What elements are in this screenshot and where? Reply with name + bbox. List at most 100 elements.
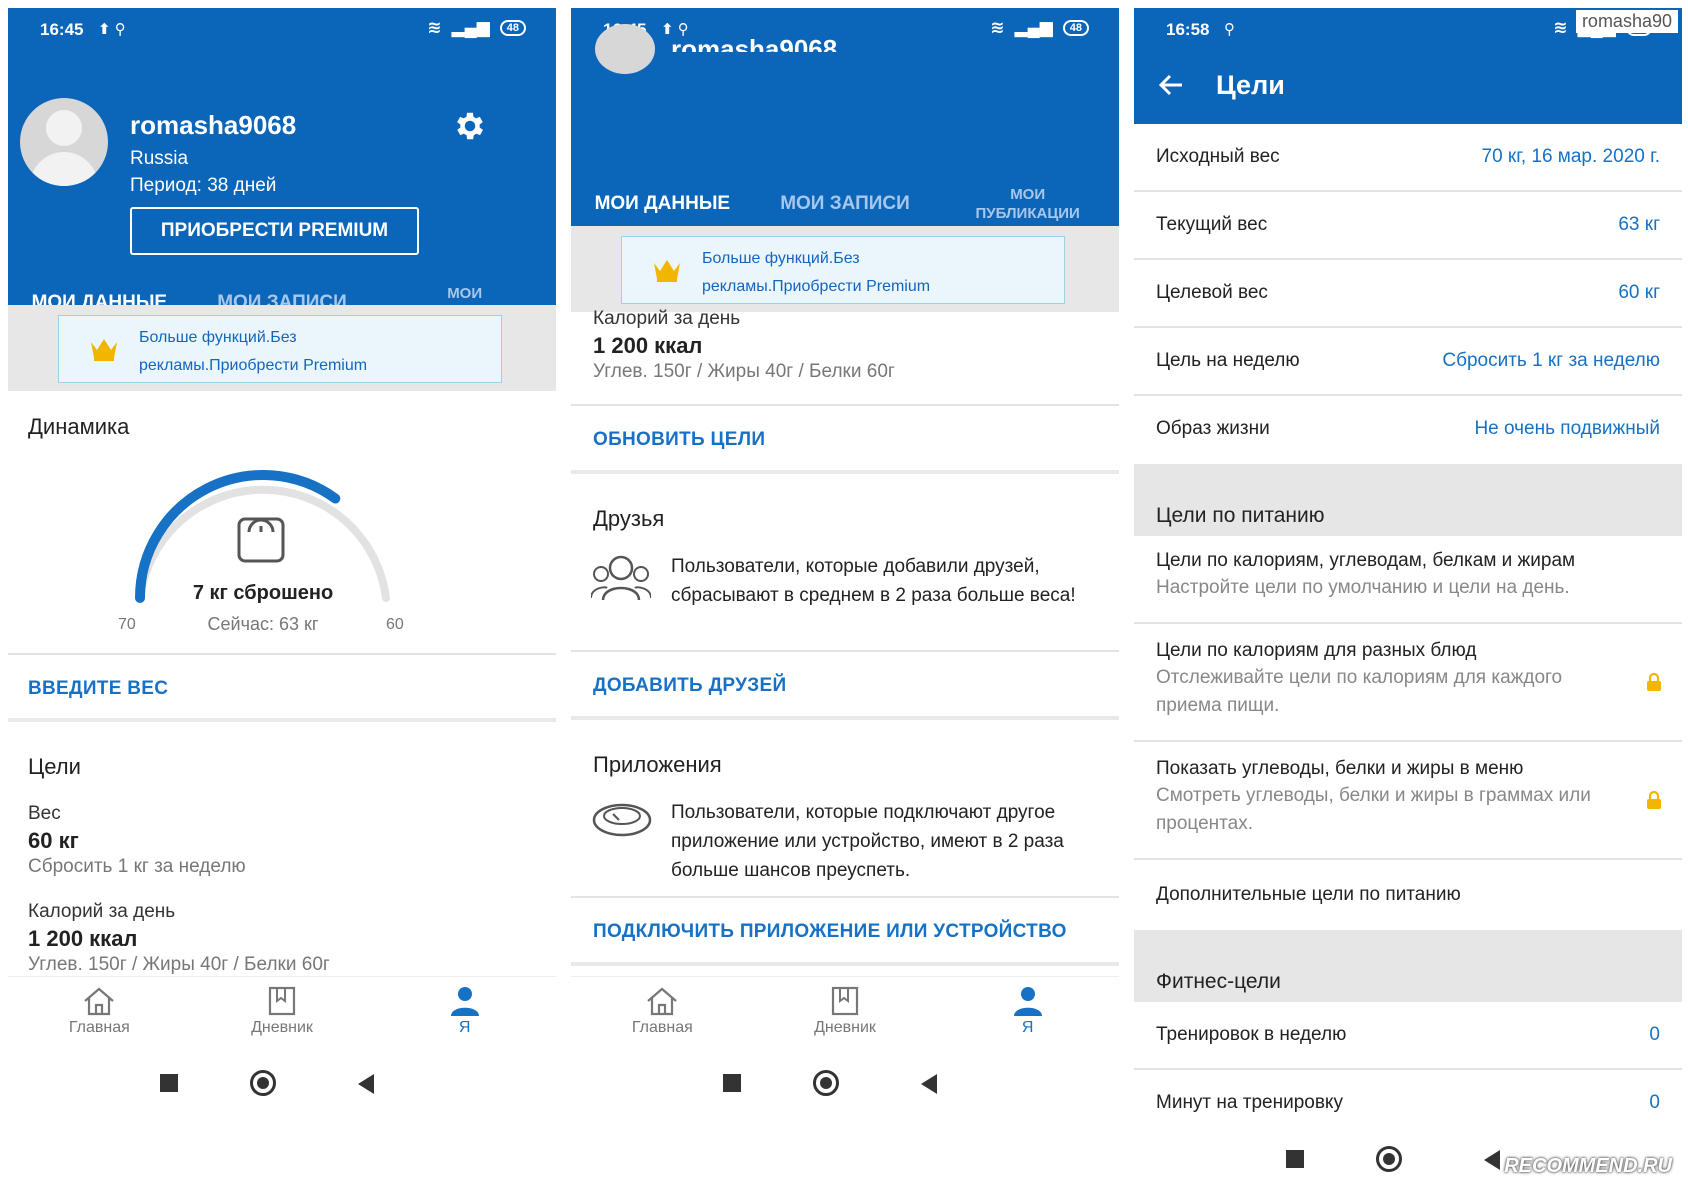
nav-home[interactable]: Главная [8,977,191,1050]
fitness-row-label: Тренировок в неделю [1156,1024,1347,1045]
goal-row[interactable]: Целевой вес 60 кг [1134,260,1682,328]
goal-row[interactable]: Цель на неделю Сбросить 1 кг за неделю [1134,328,1682,396]
tab-my-publications-label: МОИ ПУБЛИКАЦИИ [975,186,1080,222]
recommend-watermark: RECOMMEND.RU [1504,1155,1672,1177]
nutrition-section-header: Цели по питанию [1134,464,1682,536]
recent-apps-button[interactable] [1286,1150,1304,1168]
calories-label: Калорий за день [593,308,741,329]
fitness-row-value: 0 [1649,1092,1660,1113]
back-button[interactable] [358,1074,374,1094]
page-title: Цели [1216,70,1285,100]
goal-weight-label: Вес [28,803,61,824]
calories-value: 1 200 ккал [593,333,703,358]
lock-icon [1647,672,1661,691]
current-weight-text: Сейчас: 63 кг [207,614,319,634]
premium-promo-banner[interactable]: Больше функций.Без рекламы.Приобрести Pre… [58,315,502,383]
nav-diary-label: Дневник [814,1019,876,1036]
home-button[interactable] [1376,1146,1402,1172]
divider [571,404,1119,406]
apps-title: Приложения [593,752,722,777]
nutrition-item-title: Показать углеводы, белки и жиры в меню [1156,758,1524,779]
nav-diary[interactable]: Дневник [191,977,374,1050]
goal-row-value: Сбросить 1 кг за неделю [1442,350,1660,371]
add-friends-link[interactable]: ДОБАВИТЬ ДРУЗЕЙ [593,675,786,697]
promo-line-2: рекламы.Приобрести Premium [702,278,931,295]
macros-text: Углев. 150г / Жиры 40г / Белки 60г [28,954,330,975]
system-nav-bar [571,1050,1119,1120]
home-button[interactable] [250,1070,276,1096]
back-button[interactable] [921,1074,937,1094]
back-button[interactable] [1484,1150,1500,1170]
battery-icon: 48 [1062,20,1089,36]
bottom-nav: Главная Дневник Я [571,976,1119,1050]
screen-profile-scrolled: 16:45 ⬆ ⚲ ≋ ▂▄▆ 48 romasha9068 МОИ ДАННЫ… [571,8,1119,1200]
search-status-icon: ⚲ [114,21,126,38]
calories-label: Калорий за день [28,901,176,922]
username-partial: romasha9068 [671,34,838,52]
nav-home[interactable]: Главная [571,977,754,1050]
nav-diary-label: Дневник [251,1019,313,1036]
home-button[interactable] [813,1070,839,1096]
goal-row-label: Образ жизни [1156,418,1270,439]
fitness-row-label: Минут на тренировку [1156,1092,1343,1113]
premium-promo-banner[interactable]: Больше функций.Без рекламы.Приобрести Pre… [621,236,1065,304]
goal-row-label: Исходный вес [1156,146,1280,167]
nav-diary[interactable]: Дневник [754,977,937,1050]
goal-row[interactable]: Образ жизни Не очень подвижный [1134,396,1682,464]
goal-row-label: Цель на неделю [1156,350,1300,371]
nutrition-item-desc: Смотреть углеводы, белки и жиры в грамма… [1156,785,1591,834]
calories-value: 1 200 ккал [28,926,138,951]
nutrition-item-title: Цели по калориям, углеводам, белкам и жи… [1156,550,1576,571]
recent-apps-button[interactable] [160,1074,178,1092]
goal-row[interactable]: Исходный вес 70 кг, 16 мар. 2020 г. [1134,124,1682,192]
friends-icon [591,555,651,601]
nav-me[interactable]: Я [936,977,1119,1050]
wifi-icon: ≋ [427,18,442,37]
scale-icon [237,517,285,563]
screen-goals: 16:58 ⚲ ≋ ▂▄▆ 45 romasha90 Цели Исходный… [1134,8,1682,1200]
nutrition-item[interactable]: Дополнительные цели по питанию [1134,860,1682,930]
goal-row-value: 63 кг [1618,214,1660,235]
upload-icon: ⬆ ⚲ [98,21,126,38]
buy-premium-button[interactable]: ПРИОБРЕСТИ PREMIUM [130,207,419,255]
nutrition-item[interactable]: Показать углеводы, белки и жиры в меню С… [1134,742,1682,860]
nutrition-item-desc: Отслеживайте цели по калориям для каждог… [1156,667,1563,716]
promo-area: Больше функций.Без рекламы.Приобрести Pre… [571,226,1119,312]
diary-icon [831,986,859,1016]
divider [8,653,556,655]
recent-apps-button[interactable] [723,1074,741,1092]
divider [571,650,1119,652]
status-time: 16:58 [1166,20,1210,39]
back-arrow-icon[interactable] [1156,70,1186,100]
screen-profile: 16:45 ⬆ ⚲ ≋ ▂▄▆ 48 romasha9068 Russia Пе… [8,8,556,1200]
signal-icon: ▂▄▆ [1014,18,1053,37]
enter-weight-link[interactable]: ВВЕДИТЕ ВЕС [28,678,168,700]
battery-icon: 48 [499,20,526,36]
nav-me[interactable]: Я [373,977,556,1050]
search-status-icon: ⚲ [1224,21,1235,38]
friends-description: Пользователи, которые добавили друзей, с… [671,556,1076,606]
fitness-row[interactable]: Тренировок в неделю 0 [1134,1002,1682,1070]
signal-icon: ▂▄▆ [451,18,490,37]
app-bar: Цели [1134,48,1682,124]
update-goals-link[interactable]: ОБНОВИТЬ ЦЕЛИ [593,429,765,451]
home-icon [647,987,678,1016]
bottom-nav: Главная Дневник Я [8,976,556,1050]
fitness-row[interactable]: Минут на тренировку 0 [1134,1070,1682,1138]
gear-icon[interactable] [452,108,488,144]
nutrition-item[interactable]: Цели по калориям для разных блюд Отслежи… [1134,624,1682,742]
avatar [595,24,655,74]
divider [571,470,1119,474]
goal-row[interactable]: Текущий вес 63 кг [1134,192,1682,260]
nutrition-item[interactable]: Цели по калориям, углеводам, белкам и жи… [1134,536,1682,624]
person-icon [450,987,479,1016]
goal-row-value: 70 кг, 16 мар. 2020 г. [1481,146,1661,167]
nutrition-item-desc: Настройте цели по умолчанию и цели на де… [1156,577,1570,598]
status-time: 16:45 [40,20,84,39]
divider [8,718,556,722]
watermark-username: romasha90 [1575,10,1678,33]
connect-app-link[interactable]: ПОДКЛЮЧИТЬ ПРИЛОЖЕНИЕ ИЛИ УСТРОЙСТВО [593,921,1067,943]
goals-title: Цели [28,754,81,779]
macros-text: Углев. 150г / Жиры 40г / Белки 60г [593,361,895,382]
avatar[interactable] [20,98,108,186]
